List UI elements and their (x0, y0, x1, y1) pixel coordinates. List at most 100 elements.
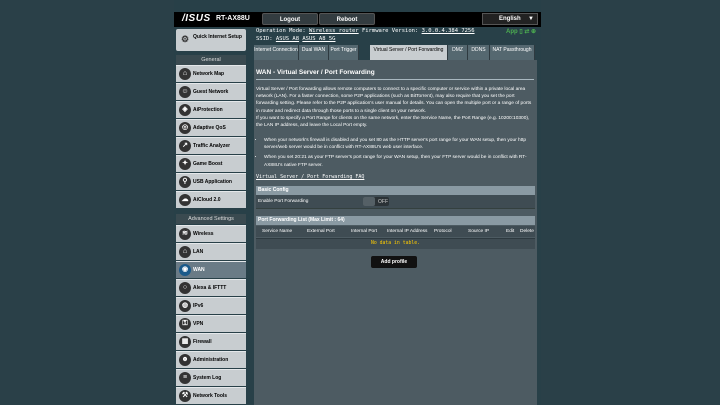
op-mode-link[interactable]: Wireless router (309, 28, 359, 34)
enable-port-forwarding-toggle[interactable]: OFF (363, 197, 389, 206)
chevron-down-icon: ▼ (528, 16, 534, 22)
list-item: When your network's firewall is disabled… (264, 137, 540, 151)
right-background (541, 0, 720, 405)
tab-nat-passthrough[interactable]: NAT Passthrough (490, 45, 535, 60)
quick-setup-label: Quick Internet Setup (193, 34, 242, 40)
sidebar-item-adaptive-qos[interactable]: ◎ Adaptive QoS (176, 119, 246, 136)
top-bar: /ISUS RT-AX88U Logout Reboot English ▼ (174, 12, 541, 27)
qos-icon: ◎ (179, 122, 191, 134)
enable-port-forwarding-label: Enable Port Forwarding (258, 199, 309, 204)
quick-setup-icon: ⚙ (180, 34, 190, 44)
list-item: When you set 20:21 as your FTP server's … (264, 154, 540, 168)
usb-icon: ⚲ (179, 176, 191, 188)
tab-port-trigger[interactable]: Port Trigger (329, 45, 359, 60)
sidebar-item-administration[interactable]: ☻ Administration (176, 351, 246, 368)
status-line: Operation Mode: Wireless router Firmware… (256, 28, 475, 34)
basic-config-header: Basic Config (256, 186, 535, 195)
sidebar-item-guest-network[interactable]: ☺ Guest Network (176, 83, 246, 100)
tab-internet-connection[interactable]: Internet Connection (254, 45, 299, 60)
page-title: WAN - Virtual Server / Port Forwarding (256, 69, 375, 76)
aicloud-icon: ☁ (179, 194, 191, 206)
tab-virtual-server[interactable]: Virtual Server / Port Forwarding (370, 45, 448, 60)
sidebar-item-firewall[interactable]: ▦ Firewall (176, 333, 246, 350)
quick-internet-setup[interactable]: ⚙ Quick Internet Setup (176, 29, 246, 51)
sidebar-item-network-map[interactable]: ⌂ Network Map (176, 65, 246, 82)
sidebar-item-lan[interactable]: ⌂ LAN (176, 243, 246, 260)
alexa-icon: ○ (179, 282, 191, 294)
sidebar-item-vpn[interactable]: ⚿ VPN (176, 315, 246, 332)
ipv6-icon: ◍ (179, 300, 191, 312)
lan-icon: ⌂ (179, 246, 191, 258)
tab-dmz[interactable]: DMZ (448, 45, 468, 60)
sidebar-item-usb-application[interactable]: ⚲ USB Application (176, 173, 246, 190)
col-protocol: Protocol (434, 229, 452, 234)
asus-logo: /ISUS (182, 13, 211, 24)
col-internal-ip: Internal IP Address (387, 229, 428, 234)
sidebar-item-system-log[interactable]: ≡ System Log (176, 369, 246, 386)
network-map-icon: ⌂ (179, 68, 191, 80)
description-text: Virtual Server / Port forwarding allows … (256, 87, 532, 114)
wifi-status-icon[interactable]: ▯ (519, 29, 522, 35)
ssid-label: SSID: (256, 36, 273, 42)
warning-list: When your network's firewall is disabled… (258, 137, 540, 172)
usb-status-icon[interactable]: ⇄ (524, 29, 529, 35)
enable-port-forwarding-row: Enable Port Forwarding OFF (256, 195, 535, 209)
page-description: Virtual Server / Port forwarding allows … (256, 86, 536, 129)
tab-dual-wan[interactable]: Dual WAN (299, 45, 329, 60)
toggle-state: OFF (378, 199, 388, 205)
wireless-icon: ≋ (179, 228, 191, 240)
traffic-analyzer-icon: ↗ (179, 140, 191, 152)
sidebar-item-wireless[interactable]: ≋ Wireless (176, 225, 246, 242)
left-background (0, 0, 174, 405)
sidebar-item-aicloud[interactable]: ☁ AiCloud 2.0 (176, 191, 246, 208)
sidebar-item-ipv6[interactable]: ◍ IPv6 (176, 297, 246, 314)
vpn-icon: ⚿ (179, 318, 191, 330)
model-name: RT-AX88U (216, 15, 250, 22)
status-indicators: App ▯ ⇄ ⊕ (506, 28, 536, 35)
language-value: English (499, 16, 521, 22)
table-empty-message: No data in table. (256, 238, 535, 249)
sidebar-item-game-boost[interactable]: ✦ Game Boost (176, 155, 246, 172)
title-divider (256, 79, 534, 80)
sidebar-item-alexa-ifttt[interactable]: ○ Alexa & IFTTT (176, 279, 246, 296)
network-status-icon[interactable]: ⊕ (531, 29, 536, 35)
firmware-link[interactable]: 3.0.0.4.384_7256 (422, 28, 475, 34)
faq-link[interactable]: Virtual Server / Port Forwarding FAQ (256, 174, 364, 180)
ssid-line: SSID: ASUS_A8 ASUS_A8_5G (256, 36, 336, 42)
col-internal-port: Internal Port (351, 229, 378, 234)
sidebar-item-traffic-analyzer[interactable]: ↗ Traffic Analyzer (176, 137, 246, 154)
ssid-2g-link[interactable]: ASUS_A8 (276, 36, 299, 42)
system-log-icon: ≡ (179, 372, 191, 384)
wan-icon: ◉ (179, 264, 191, 276)
port-forwarding-list-header: Port Forwarding List (Max Limit : 64) (256, 216, 535, 225)
col-service-name: Service Name (262, 229, 293, 234)
op-mode-label: Operation Mode: (256, 28, 306, 34)
tab-ddns[interactable]: DDNS (468, 45, 490, 60)
col-source-ip: Source IP (468, 229, 490, 234)
sidebar-item-wan[interactable]: ◉ WAN (176, 261, 246, 278)
general-header: General (176, 55, 246, 65)
sidebar-item-aiprotection[interactable]: ◈ AiProtection (176, 101, 246, 118)
firewall-icon: ▦ (179, 336, 191, 348)
reboot-button[interactable]: Reboot (319, 13, 375, 25)
ssid-5g-link[interactable]: ASUS_A8_5G (302, 36, 335, 42)
guest-network-icon: ☺ (179, 86, 191, 98)
col-external-port: External Port (307, 229, 335, 234)
advanced-settings-header: Advanced Settings (176, 214, 246, 224)
firmware-label: Firmware Version: (361, 28, 419, 34)
col-edit: Edit (506, 229, 515, 234)
toggle-knob (363, 197, 375, 206)
language-select[interactable]: English ▼ (482, 13, 538, 25)
description-text-2: If you want to specify a Port Range for … (256, 115, 530, 129)
col-delete: Delete (520, 229, 534, 234)
table-header: Service Name External Port Internal Port… (256, 226, 535, 237)
network-tools-icon: ⚒ (179, 390, 191, 402)
aiprotection-icon: ◈ (179, 104, 191, 116)
game-boost-icon: ✦ (179, 158, 191, 170)
administration-icon: ☻ (179, 354, 191, 366)
main-content: WAN - Virtual Server / Port Forwarding V… (254, 60, 537, 405)
app-label[interactable]: App (506, 29, 518, 35)
logout-button[interactable]: Logout (262, 13, 318, 25)
add-profile-button[interactable]: Add profile (371, 256, 417, 268)
sidebar-item-network-tools[interactable]: ⚒ Network Tools (176, 387, 246, 404)
